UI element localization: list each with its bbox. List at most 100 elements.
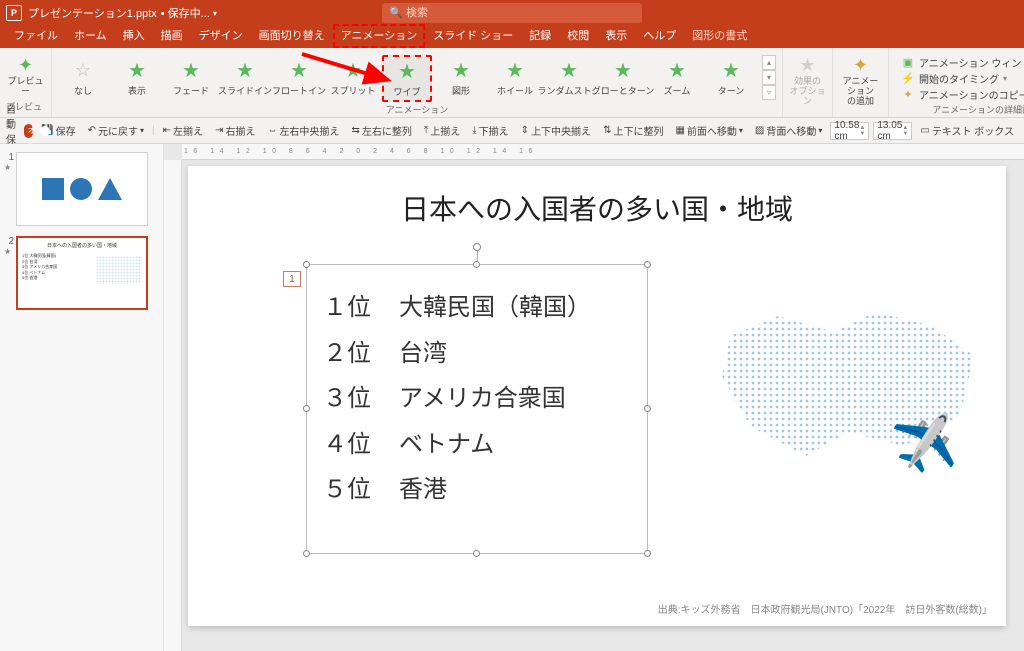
menu-help[interactable]: ヘルプ <box>635 24 684 48</box>
animation-ランダムスト…[interactable]: ★ランダムスト… <box>544 55 594 100</box>
ranking-text-frame[interactable]: 1 １位大韓民国（韓国）２位台湾３位アメリカ合衆国４位ベトナム５位香港 <box>306 264 648 554</box>
textbox-icon: ▭ <box>920 125 929 136</box>
menu-animations[interactable]: アニメーション <box>333 24 426 48</box>
animation-ズーム[interactable]: ★ズーム <box>652 55 702 100</box>
animation-ターン[interactable]: ★ターン <box>706 55 756 100</box>
thumbnail-1[interactable] <box>16 152 148 226</box>
animation-なし[interactable]: ☆なし <box>58 55 108 100</box>
undo-button[interactable]: ↶元に戻す▾ <box>84 121 148 140</box>
preview-button[interactable]: ✦ プレビュー <box>3 52 49 100</box>
add-animation-button[interactable]: ✦ アニメーション の追加 <box>838 52 884 110</box>
distribute-v-button[interactable]: ⇅上下に整列 <box>599 121 667 140</box>
animation-label: ズーム <box>664 84 691 97</box>
animation-label: ターン <box>718 84 745 97</box>
ribbon-group-advanced: ▣アニメーション ウィンドウ ⚡開始のタイミング ▾ ✦アニメーションのコピー/… <box>889 48 1024 117</box>
title-dropdown[interactable] <box>210 7 217 19</box>
effect-options-label: 効果の オプション <box>786 77 830 107</box>
align-bottom-button[interactable]: ⤓下揃え <box>468 121 512 140</box>
rank-country: アメリカ合衆国 <box>399 376 566 422</box>
resize-handle-bc[interactable] <box>473 550 480 557</box>
align-center-v-button[interactable]: ⇕上下中央揃え <box>517 121 595 140</box>
thumbnail-1-wrap[interactable]: 1★ <box>4 152 159 226</box>
resize-handle-tl[interactable] <box>303 261 310 268</box>
menu-home[interactable]: ホーム <box>66 24 115 48</box>
align-right-button[interactable]: ⇥右揃え <box>211 121 259 140</box>
thumbnail-2[interactable]: 日本への入国者の多い国・地域 1位 大韓民国(韓国) 2位 台湾 3位 アメリカ… <box>16 236 148 310</box>
bring-forward-button[interactable]: ▦前面へ移動▾ <box>671 121 746 140</box>
align-top-button[interactable]: ⤒上揃え <box>420 121 464 140</box>
distribute-v-icon: ⇅ <box>603 125 611 136</box>
spin-icon[interactable]: ▲▼ <box>902 125 908 137</box>
animation-グローとターン[interactable]: ★グローとターン <box>598 55 648 100</box>
menu-review[interactable]: 校閲 <box>559 24 597 48</box>
effect-options-button[interactable]: ★ 効果の オプション <box>785 52 831 110</box>
animation-label: 表示 <box>128 84 146 97</box>
animation-label: スプリット <box>330 84 375 97</box>
align-left-button[interactable]: ⇤左揃え <box>159 121 207 140</box>
width-input[interactable]: 13.05 cm▲▼ <box>873 122 912 140</box>
gallery-scroll[interactable]: ▴▾▿ <box>762 55 776 100</box>
textbox-button[interactable]: ▭テキスト ボックス <box>916 121 1018 140</box>
thumbnail-2-wrap[interactable]: 2★ 日本への入国者の多い国・地域 1位 大韓民国(韓国) 2位 台湾 3位 ア… <box>4 236 159 310</box>
distribute-h-button[interactable]: ⇆左右に整列 <box>347 121 415 140</box>
rotate-handle[interactable] <box>473 243 481 251</box>
resize-handle-tr[interactable] <box>644 261 651 268</box>
align-center-h-button[interactable]: ⇔左右中央揃え <box>263 121 343 140</box>
resize-handle-tc[interactable] <box>473 261 480 268</box>
menu-shape-format[interactable]: 図形の書式 <box>684 24 755 48</box>
quick-access-toolbar: 自動保存 オン 💾保存 ↶元に戻す▾ | ⇤左揃え ⇥右揃え ⇔左右中央揃え ⇆… <box>0 118 1024 144</box>
star-icon: ★ <box>557 58 581 82</box>
animation-ワイプ[interactable]: ★ワイプ <box>382 55 432 102</box>
star-icon: ★ <box>503 58 527 82</box>
menu-file[interactable]: ファイル <box>6 24 66 48</box>
align-bottom-icon: ⤓ <box>472 125 476 136</box>
align-center-v-icon: ⇕ <box>521 125 529 136</box>
ranking-list[interactable]: １位大韓民国（韓国）２位台湾３位アメリカ合衆国４位ベトナム５位香港 <box>307 265 647 533</box>
menu-insert[interactable]: 挿入 <box>115 24 153 48</box>
ribbon-group-add-anim: ✦ アニメーション の追加 <box>833 48 889 117</box>
trigger-button[interactable]: ⚡開始のタイミング ▾ <box>901 71 1024 86</box>
animation-pane-button[interactable]: ▣アニメーション ウィンドウ <box>901 55 1024 70</box>
menu-record[interactable]: 記録 <box>521 24 559 48</box>
resize-handle-bl[interactable] <box>303 550 310 557</box>
menu-slideshow[interactable]: スライド ショー <box>425 24 521 48</box>
height-input[interactable]: 10.58 cm▲▼ <box>830 122 869 140</box>
align-top-icon: ⤒ <box>424 125 428 136</box>
menu-draw[interactable]: 描画 <box>153 24 191 48</box>
resize-handle-br[interactable] <box>644 550 651 557</box>
animation-スプリット[interactable]: ★スプリット <box>328 55 378 100</box>
animation-フェード[interactable]: ★フェード <box>166 55 216 100</box>
search-container: 🔍 <box>382 3 642 23</box>
resize-handle-ml[interactable] <box>303 405 310 412</box>
send-backward-button[interactable]: ▨背面へ移動▾ <box>751 121 826 140</box>
menu-transitions[interactable]: 画面切り替え <box>251 24 333 48</box>
menu-view[interactable]: 表示 <box>597 24 635 48</box>
animation-フロートイン[interactable]: ★フロートイン <box>274 55 324 100</box>
animation-label: フロートイン <box>272 84 326 97</box>
star-icon: ★ <box>449 58 473 82</box>
animation-painter-button[interactable]: ✦アニメーションのコピー/貼り付け <box>901 87 1024 102</box>
thumb-meta: 1★ <box>4 152 16 226</box>
autosave-toggle[interactable]: オン <box>24 124 34 138</box>
resize-handle-mr[interactable] <box>644 405 651 412</box>
spin-icon[interactable]: ▲▼ <box>859 125 865 137</box>
rank-row: ４位ベトナム <box>323 422 631 468</box>
search-input[interactable] <box>382 3 642 23</box>
animation-order-tag[interactable]: 1 <box>283 271 301 287</box>
animation-label: ホイール <box>497 84 533 97</box>
animation-ホイール[interactable]: ★ ホイール <box>490 55 540 100</box>
rank-country: 香港 <box>399 467 447 513</box>
trigger-icon: ⚡ <box>901 72 915 85</box>
thumb-meta: 2★ <box>4 236 16 310</box>
animation-スライドイン[interactable]: ★スライドイン <box>220 55 270 100</box>
animation-label: 図形 <box>452 84 470 97</box>
slide-title[interactable]: 日本への入国者の多い国・地域 <box>188 166 1006 228</box>
slide[interactable]: 日本への入国者の多い国・地域 1 １位大韓民国（韓国）２位台湾３位アメリカ合衆国… <box>188 166 1006 626</box>
menu-design[interactable]: デザイン <box>191 24 251 48</box>
animation-図形[interactable]: ★ 図形 <box>436 55 486 100</box>
animation-表示[interactable]: ★表示 <box>112 55 162 100</box>
preview-icon: ✦ <box>18 55 33 76</box>
rank-row: ３位アメリカ合衆国 <box>323 376 631 422</box>
canvas-area[interactable]: 16 14 12 10 8 6 4 2 0 2 4 6 8 10 12 14 1… <box>164 144 1024 651</box>
title-bar: P プレゼンテーション1.pptx • 保存中... 🔍 <box>0 0 1024 26</box>
